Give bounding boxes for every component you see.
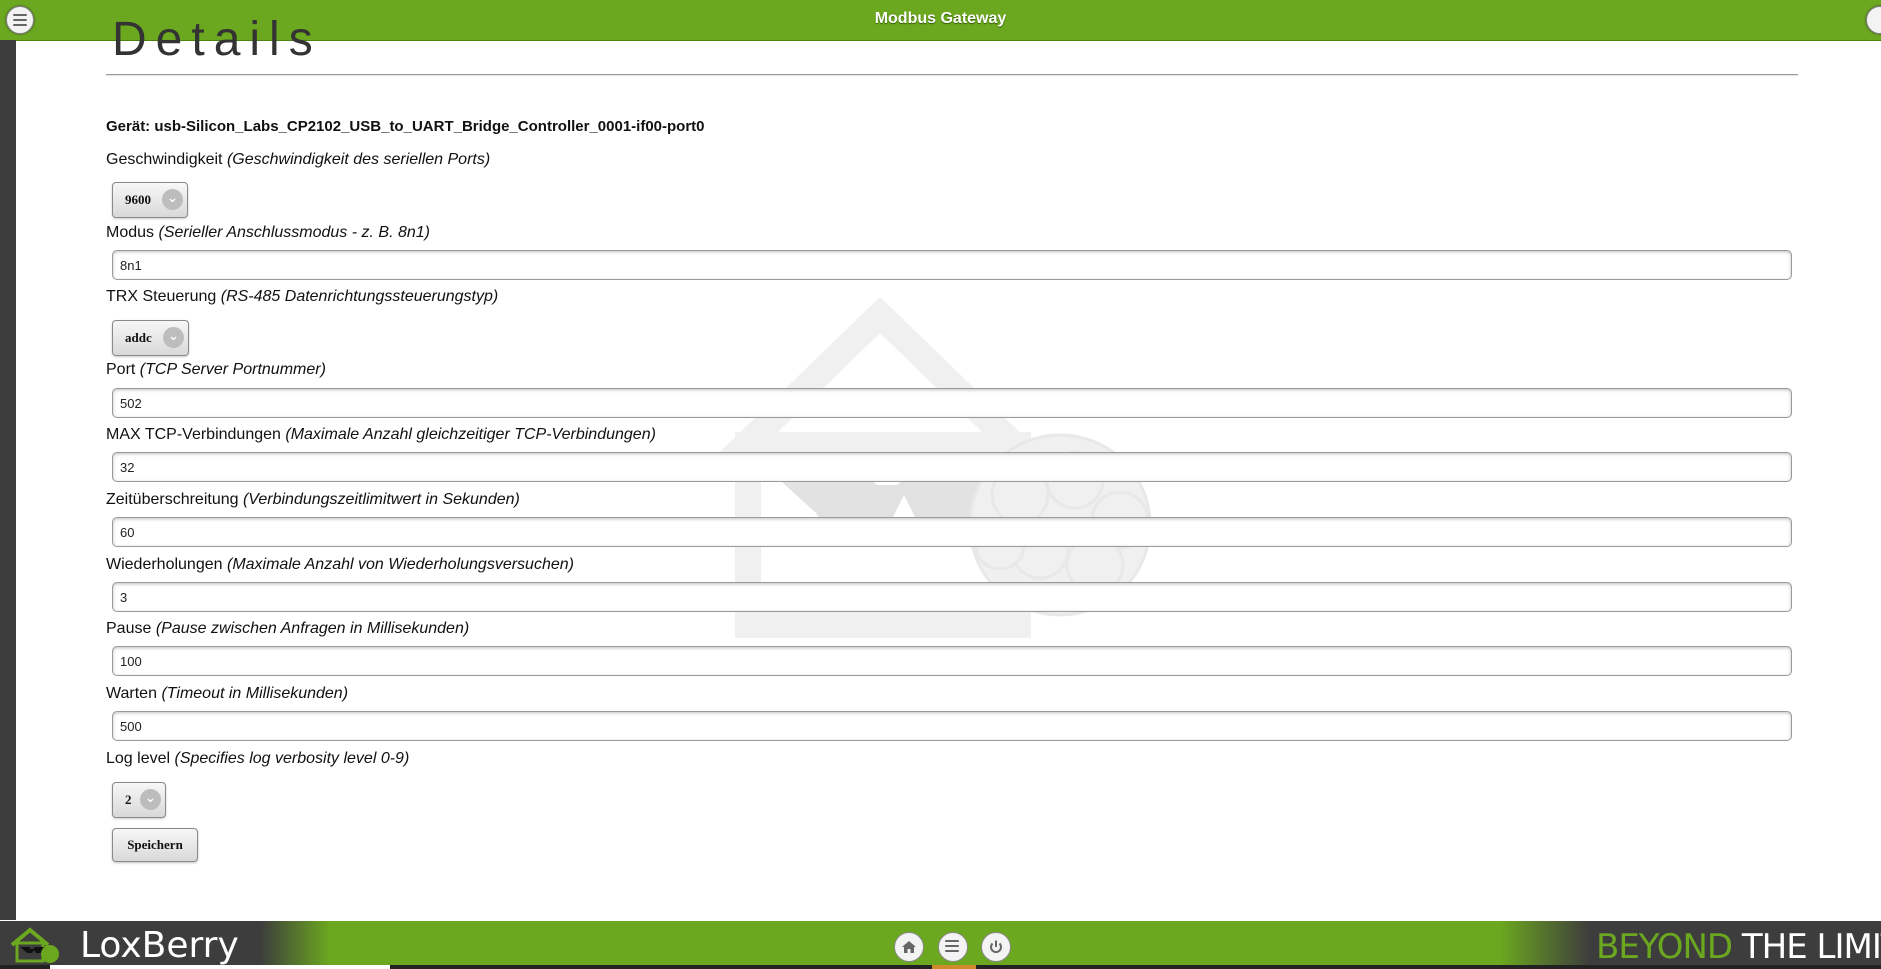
device-name: Gerät: usb-Silicon_Labs_CP2102_USB_to_UA… (106, 118, 705, 135)
footer-menu-button[interactable] (938, 932, 968, 962)
trx-select[interactable]: addc ⌄ (112, 320, 189, 356)
loglevel-select[interactable]: 2 ⌄ (112, 782, 166, 818)
home-button[interactable] (894, 932, 924, 962)
wait-hint: (Timeout in Millisekunden) (161, 685, 349, 702)
hamburger-icon (945, 940, 959, 955)
retries-label-text: Wiederholungen (106, 556, 223, 573)
mode-label-text: Modus (106, 224, 155, 241)
mode-hint: (Serieller Anschlussmodus - z. B. 8n1) (158, 224, 430, 241)
mode-label: Modus (Serieller Anschlussmodus - z. B. … (106, 224, 430, 242)
speed-hint: (Geschwindigkeit des seriellen Ports) (226, 151, 491, 168)
power-button[interactable] (981, 932, 1011, 962)
footer-brand: LoxBerry (80, 925, 239, 966)
pause-label-text: Pause (106, 620, 152, 637)
port-input[interactable] (112, 388, 1792, 418)
trx-label-text: TRX Steuerung (106, 288, 217, 305)
chevron-down-icon: ⌄ (162, 189, 183, 210)
footer-accent-orange (932, 965, 976, 969)
left-panel-edge (0, 40, 16, 920)
footer-bar: LoxBerry BEYOND THE LIMITS (0, 921, 1881, 969)
mode-input[interactable] (112, 250, 1792, 280)
chevron-down-icon: ⌄ (163, 327, 184, 348)
footer-tagline: BEYOND THE LIMITS (1596, 927, 1881, 967)
loglevel-hint: (Specifies log verbosity level 0-9) (174, 750, 410, 767)
footer-bottom-line (0, 965, 1881, 969)
port-hint: (TCP Server Portnummer) (139, 361, 326, 378)
timeout-label: Zeitüberschreitung (Verbindungszeitlimit… (106, 491, 520, 509)
maxconn-label-text: MAX TCP-Verbindungen (106, 426, 281, 443)
trx-select-value: addc (125, 330, 152, 345)
maxconn-label: MAX TCP-Verbindungen (Maximale Anzahl gl… (106, 426, 656, 444)
speed-label-text: Geschwindigkeit (106, 151, 223, 168)
speed-select[interactable]: 9600 ⌄ (112, 182, 188, 218)
home-icon (902, 941, 916, 953)
timeout-input[interactable] (112, 517, 1792, 547)
wait-label: Warten (Timeout in Millisekunden) (106, 685, 348, 703)
heading-divider (106, 74, 1798, 76)
trx-label: TRX Steuerung (RS-485 Datenrichtungssteu… (106, 288, 498, 306)
loglevel-select-value: 2 (125, 792, 132, 807)
timeout-label-text: Zeitüberschreitung (106, 491, 239, 508)
trx-hint: (RS-485 Datenrichtungssteuerungstyp) (220, 288, 499, 305)
retries-hint: (Maximale Anzahl von Wiederholungsversuc… (226, 556, 574, 573)
speed-select-value: 9600 (125, 192, 151, 207)
menu-button[interactable] (6, 6, 34, 34)
wait-input[interactable] (112, 711, 1792, 741)
port-label: Port (TCP Server Portnummer) (106, 361, 326, 379)
wait-label-text: Warten (106, 685, 157, 702)
page-title: Details (112, 13, 322, 66)
retries-input[interactable] (112, 582, 1792, 612)
port-label-text: Port (106, 361, 136, 378)
loglevel-label-text: Log level (106, 750, 171, 767)
tagline-part2: THE LIMITS (1741, 927, 1881, 967)
pause-input[interactable] (112, 646, 1792, 676)
pause-hint: (Pause zwischen Anfragen in Millisekunde… (155, 620, 470, 637)
loglevel-label: Log level (Specifies log verbosity level… (106, 750, 409, 768)
save-button[interactable]: Speichern (112, 828, 198, 862)
speed-label: Geschwindigkeit (Geschwindigkeit des ser… (106, 151, 490, 169)
footer-accent-white (50, 965, 390, 969)
timeout-hint: (Verbindungszeitlimitwert in Sekunden) (242, 491, 520, 508)
maxconn-hint: (Maximale Anzahl gleichzeitiger TCP-Verb… (285, 426, 656, 443)
tagline-part1: BEYOND (1596, 927, 1733, 967)
retries-label: Wiederholungen (Maximale Anzahl von Wied… (106, 556, 574, 574)
hamburger-icon (13, 14, 27, 29)
pause-label: Pause (Pause zwischen Anfragen in Millis… (106, 620, 469, 638)
chevron-down-icon: ⌄ (140, 789, 161, 810)
maxconn-input[interactable] (112, 452, 1792, 482)
loxberry-logo-icon (10, 927, 59, 963)
power-icon (990, 940, 1002, 953)
